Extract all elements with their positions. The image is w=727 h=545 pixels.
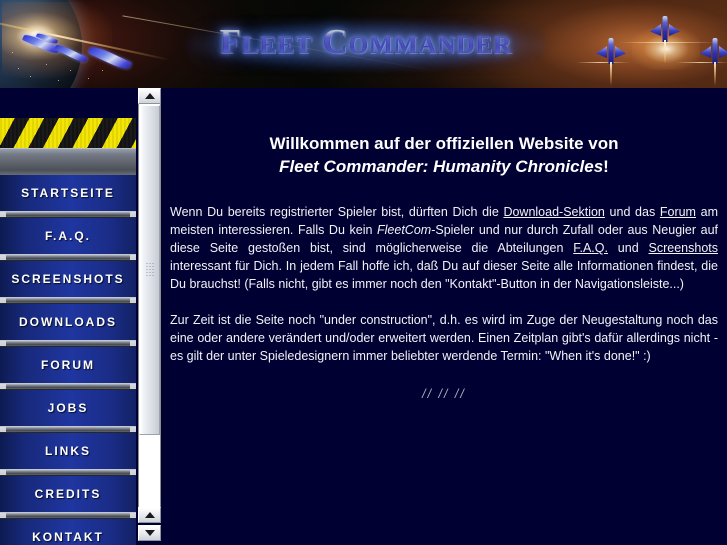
- nav-separator: [0, 254, 136, 261]
- nav-separator: [0, 512, 136, 519]
- sidebar-item-label: STARTSEITE: [21, 186, 115, 200]
- navigation-sidebar: STARTSEITE F.A.Q. SCREENSHOTS DOWNLOADS …: [0, 88, 136, 545]
- main-content: Willkommen auf der offiziellen Website v…: [161, 88, 727, 545]
- nav-separator: [0, 340, 136, 347]
- intro-paragraph: Wenn Du bereits registrierter Spieler bi…: [170, 203, 718, 293]
- sidebar-item-label: KONTAKT: [32, 530, 104, 544]
- nav-separator: [0, 426, 136, 433]
- page-root: Fleet Commander Fleet Commander STARTSEI…: [0, 0, 727, 545]
- sidebar-scrollbar[interactable]: [138, 88, 161, 545]
- p1-text-5: und: [607, 241, 649, 255]
- fleetcom-emphasis: FleetCom: [377, 223, 432, 237]
- sidebar-item-label: LINKS: [45, 444, 91, 458]
- page-title-line2: Fleet Commander: Humanity Chronicles!: [161, 156, 727, 178]
- sidebar-item-label: FORUM: [41, 358, 95, 372]
- scroll-up-arrow-icon[interactable]: [138, 88, 161, 104]
- sidebar-item-label: DOWNLOADS: [19, 315, 117, 329]
- p1-text-1: Wenn Du bereits registrierter Spieler bi…: [170, 205, 504, 219]
- sidebar-item-startseite[interactable]: STARTSEITE: [0, 175, 136, 211]
- page-title-game-name: Fleet Commander: Humanity Chronicles: [279, 157, 604, 176]
- divider-marks: // // //: [422, 387, 466, 401]
- star-speck: [58, 80, 59, 81]
- star-speck: [88, 78, 89, 79]
- sidebar-item-links[interactable]: LINKS: [0, 433, 136, 469]
- forum-link[interactable]: Forum: [660, 205, 696, 219]
- sidebar-item-label: F.A.Q.: [44, 229, 91, 243]
- page-title-line1: Willkommen auf der offiziellen Website v…: [269, 134, 619, 153]
- fighter-ship-icon: [648, 16, 682, 72]
- fighter-ship-icon: [596, 38, 626, 88]
- sidebar-item-faq[interactable]: F.A.Q.: [0, 218, 136, 254]
- nav-separator: [0, 383, 136, 390]
- sidebar-item-label: SCREENSHOTS: [11, 272, 125, 286]
- fighter-ship-icon: [700, 38, 727, 88]
- sidebar-item-forum[interactable]: FORUM: [0, 347, 136, 383]
- star-speck: [46, 64, 47, 65]
- p1-text-2: und das: [604, 205, 660, 219]
- metal-panel-top: [0, 148, 136, 177]
- construction-paragraph: Zur Zeit ist die Seite noch "under const…: [170, 313, 718, 363]
- star-speck: [102, 70, 103, 71]
- sidebar-item-label: CREDITS: [34, 487, 102, 501]
- scroll-up-arrow-icon-bottom[interactable]: [138, 507, 161, 523]
- scroll-down-arrow-icon[interactable]: [138, 525, 161, 541]
- page-title-exclamation: !: [603, 157, 609, 176]
- p1-text-6: interessant für Dich. In jedem Fall hoff…: [170, 259, 718, 291]
- star-speck: [70, 70, 71, 71]
- scroll-thumb-grip: [145, 262, 154, 278]
- site-logo-text: Fleet Commander: [186, 22, 546, 62]
- nav-button-list: STARTSEITE F.A.Q. SCREENSHOTS DOWNLOADS …: [0, 175, 136, 545]
- scroll-thumb[interactable]: [139, 105, 160, 435]
- star-speck: [18, 68, 19, 69]
- nav-separator: [0, 297, 136, 304]
- sidebar-item-label: JOBS: [47, 401, 89, 415]
- sidebar-item-kontakt[interactable]: KONTAKT: [0, 519, 136, 545]
- download-sektion-link[interactable]: Download-Sektion: [503, 205, 604, 219]
- site-logo[interactable]: Fleet Commander Fleet Commander: [186, 19, 546, 71]
- nav-separator: [0, 469, 136, 476]
- faq-link[interactable]: F.A.Q.: [573, 241, 608, 255]
- sidebar-item-screenshots[interactable]: SCREENSHOTS: [0, 261, 136, 297]
- sidebar-item-credits[interactable]: CREDITS: [0, 476, 136, 512]
- sidebar-item-downloads[interactable]: DOWNLOADS: [0, 304, 136, 340]
- screenshots-link[interactable]: Screenshots: [649, 241, 718, 255]
- star-speck: [12, 52, 13, 53]
- star-flare-glow: [2, 2, 112, 78]
- sidebar-item-jobs[interactable]: JOBS: [0, 390, 136, 426]
- star-speck: [30, 76, 31, 77]
- hazard-stripe-top: [0, 118, 136, 148]
- nav-separator: [0, 211, 136, 218]
- site-header-banner: Fleet Commander Fleet Commander: [0, 0, 727, 88]
